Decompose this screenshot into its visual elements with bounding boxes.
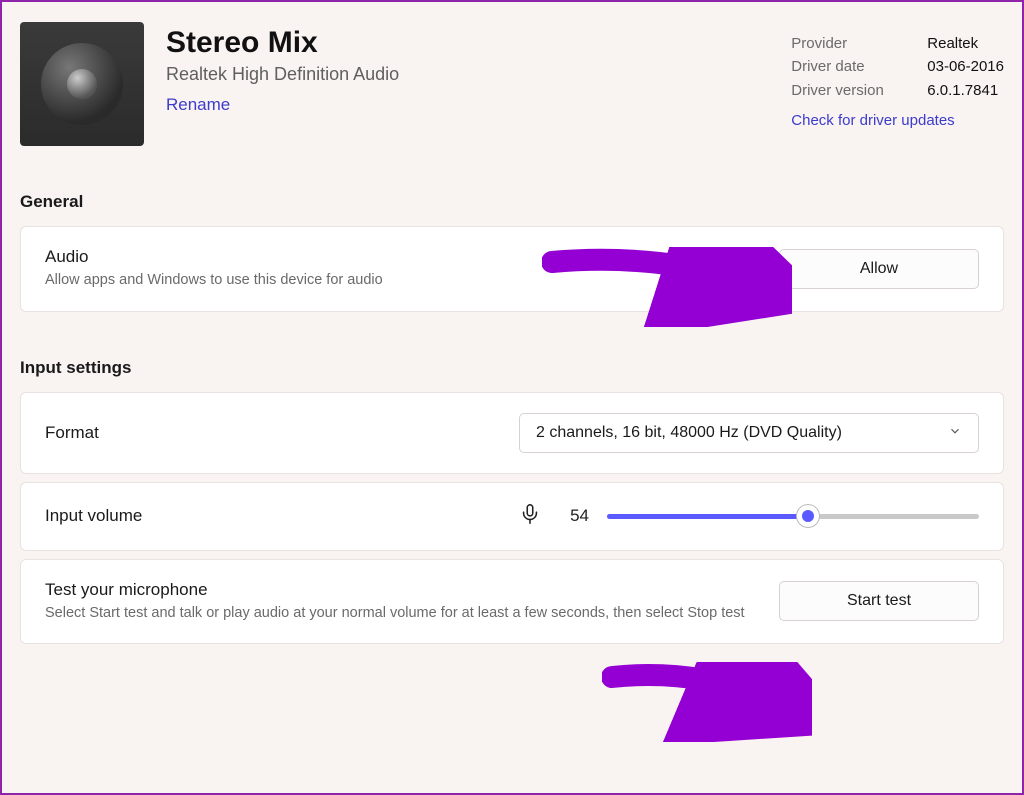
audio-desc: Allow apps and Windows to use this devic… [45, 271, 759, 291]
format-card: Format 2 channels, 16 bit, 48000 Hz (DVD… [20, 392, 1004, 474]
driver-version-value: 6.0.1.7841 [927, 79, 998, 102]
mic-test-card: Test your microphone Select Start test a… [20, 559, 1004, 645]
speaker-icon [41, 43, 123, 125]
format-label: Format [45, 423, 499, 443]
driver-date-label: Driver date [791, 55, 899, 78]
mic-test-title: Test your microphone [45, 580, 759, 600]
input-volume-label: Input volume [45, 506, 499, 526]
section-input-settings: Input settings [20, 358, 1004, 378]
mic-test-desc: Select Start test and talk or play audio… [45, 604, 759, 624]
device-icon [20, 22, 144, 146]
section-general: General [20, 192, 1004, 212]
rename-link[interactable]: Rename [166, 95, 230, 115]
format-selected-value: 2 channels, 16 bit, 48000 Hz (DVD Qualit… [536, 424, 842, 442]
driver-date-value: 03-06-2016 [927, 55, 1004, 78]
audio-title: Audio [45, 247, 759, 267]
driver-info: Provider Realtek Driver date 03-06-2016 … [791, 22, 1004, 129]
microphone-icon [519, 503, 541, 530]
device-subtitle: Realtek High Definition Audio [166, 64, 769, 85]
input-volume-value: 54 [559, 506, 589, 526]
input-volume-slider[interactable] [607, 506, 979, 526]
slider-thumb[interactable] [796, 504, 820, 528]
allow-button[interactable]: Allow [779, 249, 979, 289]
device-title: Stereo Mix [166, 26, 769, 60]
audio-allow-card: Audio Allow apps and Windows to use this… [20, 226, 1004, 312]
chevron-down-icon [948, 424, 962, 441]
provider-label: Provider [791, 32, 899, 55]
device-header: Stereo Mix Realtek High Definition Audio… [20, 22, 1004, 146]
driver-version-label: Driver version [791, 79, 899, 102]
annotation-arrow-icon [602, 662, 812, 742]
check-driver-updates-link[interactable]: Check for driver updates [791, 112, 1004, 129]
start-test-button[interactable]: Start test [779, 581, 979, 621]
input-volume-card: Input volume 54 [20, 482, 1004, 551]
device-text: Stereo Mix Realtek High Definition Audio… [166, 22, 769, 115]
format-select[interactable]: 2 channels, 16 bit, 48000 Hz (DVD Qualit… [519, 413, 979, 453]
provider-value: Realtek [927, 32, 978, 55]
